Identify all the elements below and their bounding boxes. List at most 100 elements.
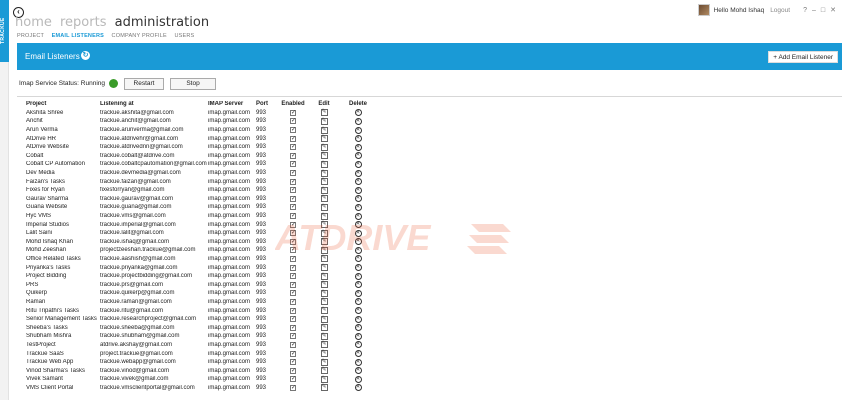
edit-icon[interactable]: ✎ bbox=[320, 307, 328, 315]
enabled-checkbox[interactable]: ✓ bbox=[290, 170, 296, 177]
delete-icon[interactable]: ✕ bbox=[354, 152, 362, 160]
enabled-checkbox[interactable]: ✓ bbox=[290, 187, 296, 194]
enabled-checkbox[interactable]: ✓ bbox=[290, 341, 296, 348]
delete-icon[interactable]: ✕ bbox=[354, 375, 362, 383]
side-tab[interactable]: TRACKUE bbox=[0, 0, 9, 400]
edit-icon[interactable]: ✎ bbox=[320, 332, 328, 340]
delete-icon[interactable]: ✕ bbox=[354, 186, 362, 194]
edit-icon[interactable]: ✎ bbox=[320, 109, 328, 117]
logout-link[interactable]: Logout bbox=[770, 7, 790, 14]
refresh-icon[interactable]: ↻ bbox=[81, 51, 90, 60]
delete-icon[interactable]: ✕ bbox=[354, 264, 362, 272]
edit-icon[interactable]: ✎ bbox=[320, 152, 328, 160]
edit-icon[interactable]: ✎ bbox=[320, 229, 328, 237]
edit-icon[interactable]: ✎ bbox=[320, 246, 328, 254]
delete-icon[interactable]: ✕ bbox=[354, 169, 362, 177]
edit-icon[interactable]: ✎ bbox=[320, 169, 328, 177]
delete-icon[interactable]: ✕ bbox=[354, 255, 362, 263]
edit-icon[interactable]: ✎ bbox=[320, 195, 328, 203]
edit-icon[interactable]: ✎ bbox=[320, 281, 328, 289]
edit-icon[interactable]: ✎ bbox=[320, 238, 328, 246]
tab-users[interactable]: USERS bbox=[174, 33, 194, 39]
edit-icon[interactable]: ✎ bbox=[320, 315, 328, 323]
enabled-checkbox[interactable]: ✓ bbox=[290, 290, 296, 297]
delete-icon[interactable]: ✕ bbox=[354, 298, 362, 306]
edit-icon[interactable]: ✎ bbox=[320, 255, 328, 263]
delete-icon[interactable]: ✕ bbox=[354, 212, 362, 220]
edit-icon[interactable]: ✎ bbox=[320, 126, 328, 134]
delete-icon[interactable]: ✕ bbox=[354, 135, 362, 143]
edit-icon[interactable]: ✎ bbox=[320, 324, 328, 332]
tab-company-profile[interactable]: COMPANY PROFILE bbox=[112, 33, 167, 39]
enabled-checkbox[interactable]: ✓ bbox=[290, 109, 296, 116]
enabled-checkbox[interactable]: ✓ bbox=[290, 204, 296, 211]
edit-icon[interactable]: ✎ bbox=[320, 135, 328, 143]
help-icon[interactable]: ? bbox=[803, 7, 807, 14]
enabled-checkbox[interactable]: ✓ bbox=[290, 350, 296, 357]
delete-icon[interactable]: ✕ bbox=[354, 272, 362, 280]
edit-icon[interactable]: ✎ bbox=[320, 375, 328, 383]
edit-icon[interactable]: ✎ bbox=[320, 203, 328, 211]
enabled-checkbox[interactable]: ✓ bbox=[290, 221, 296, 228]
enabled-checkbox[interactable]: ✓ bbox=[290, 152, 296, 159]
enabled-checkbox[interactable]: ✓ bbox=[290, 127, 296, 134]
enabled-checkbox[interactable]: ✓ bbox=[290, 213, 296, 220]
edit-icon[interactable]: ✎ bbox=[320, 289, 328, 297]
delete-icon[interactable]: ✕ bbox=[354, 307, 362, 315]
enabled-checkbox[interactable]: ✓ bbox=[290, 161, 296, 168]
enabled-checkbox[interactable]: ✓ bbox=[290, 359, 296, 366]
edit-icon[interactable]: ✎ bbox=[320, 264, 328, 272]
delete-icon[interactable]: ✕ bbox=[354, 117, 362, 125]
enabled-checkbox[interactable]: ✓ bbox=[290, 384, 296, 391]
edit-icon[interactable]: ✎ bbox=[320, 341, 328, 349]
delete-icon[interactable]: ✕ bbox=[354, 358, 362, 366]
nav-reports[interactable]: reports bbox=[60, 15, 106, 30]
enabled-checkbox[interactable]: ✓ bbox=[290, 195, 296, 202]
delete-icon[interactable]: ✕ bbox=[354, 238, 362, 246]
close-icon[interactable]: ✕ bbox=[830, 6, 836, 14]
enabled-checkbox[interactable]: ✓ bbox=[290, 144, 296, 151]
enabled-checkbox[interactable]: ✓ bbox=[290, 238, 296, 245]
edit-icon[interactable]: ✎ bbox=[320, 212, 328, 220]
edit-icon[interactable]: ✎ bbox=[320, 186, 328, 194]
edit-icon[interactable]: ✎ bbox=[320, 367, 328, 375]
edit-icon[interactable]: ✎ bbox=[320, 221, 328, 229]
delete-icon[interactable]: ✕ bbox=[354, 281, 362, 289]
edit-icon[interactable]: ✎ bbox=[320, 298, 328, 306]
tab-project[interactable]: PROJECT bbox=[17, 33, 44, 39]
delete-icon[interactable]: ✕ bbox=[354, 143, 362, 151]
delete-icon[interactable]: ✕ bbox=[354, 178, 362, 186]
delete-icon[interactable]: ✕ bbox=[354, 203, 362, 211]
maximize-icon[interactable]: □ bbox=[821, 7, 825, 14]
enabled-checkbox[interactable]: ✓ bbox=[290, 135, 296, 142]
edit-icon[interactable]: ✎ bbox=[320, 178, 328, 186]
stop-button[interactable]: Stop bbox=[170, 77, 216, 90]
delete-icon[interactable]: ✕ bbox=[354, 229, 362, 237]
enabled-checkbox[interactable]: ✓ bbox=[290, 281, 296, 288]
enabled-checkbox[interactable]: ✓ bbox=[290, 230, 296, 237]
delete-icon[interactable]: ✕ bbox=[354, 367, 362, 375]
delete-icon[interactable]: ✕ bbox=[354, 289, 362, 297]
delete-icon[interactable]: ✕ bbox=[354, 195, 362, 203]
restart-button[interactable]: Restart bbox=[124, 77, 164, 90]
edit-icon[interactable]: ✎ bbox=[320, 272, 328, 280]
delete-icon[interactable]: ✕ bbox=[354, 384, 362, 392]
edit-icon[interactable]: ✎ bbox=[320, 117, 328, 125]
enabled-checkbox[interactable]: ✓ bbox=[290, 333, 296, 340]
delete-icon[interactable]: ✕ bbox=[354, 350, 362, 358]
delete-icon[interactable]: ✕ bbox=[354, 332, 362, 340]
enabled-checkbox[interactable]: ✓ bbox=[290, 178, 296, 185]
enabled-checkbox[interactable]: ✓ bbox=[290, 255, 296, 262]
edit-icon[interactable]: ✎ bbox=[320, 384, 328, 392]
delete-icon[interactable]: ✕ bbox=[354, 324, 362, 332]
delete-icon[interactable]: ✕ bbox=[354, 341, 362, 349]
delete-icon[interactable]: ✕ bbox=[354, 160, 362, 168]
enabled-checkbox[interactable]: ✓ bbox=[290, 367, 296, 374]
delete-icon[interactable]: ✕ bbox=[354, 126, 362, 134]
nav-administration[interactable]: administration bbox=[115, 15, 209, 30]
edit-icon[interactable]: ✎ bbox=[320, 160, 328, 168]
tab-email-listeners[interactable]: EMAIL LISTENERS bbox=[52, 33, 104, 39]
nav-home[interactable]: home bbox=[15, 15, 52, 30]
enabled-checkbox[interactable]: ✓ bbox=[290, 273, 296, 280]
enabled-checkbox[interactable]: ✓ bbox=[290, 118, 296, 125]
